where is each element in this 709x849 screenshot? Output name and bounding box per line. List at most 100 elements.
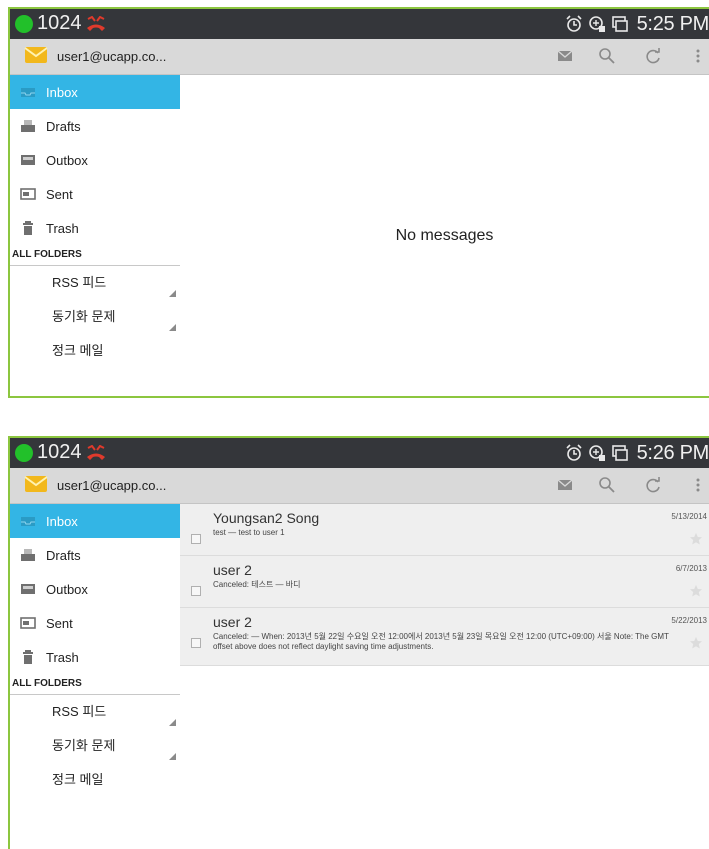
folder-label: 정크 메일 (52, 772, 104, 787)
inbox-icon (21, 517, 35, 526)
message-sender: user 2 (213, 614, 252, 630)
message-sender: Youngsan2 Song (213, 510, 320, 526)
nav-item-drafts[interactable]: Drafts (10, 109, 180, 143)
alarm-icon (566, 15, 582, 32)
nav-item-trash[interactable]: Trash (10, 640, 180, 674)
folder-sync-issues[interactable]: 동기화 문제 (10, 300, 180, 334)
compose-icon[interactable] (556, 47, 574, 65)
all-folders-header: ALL FOLDERS (10, 245, 180, 266)
message-preview: Canceled: 테스트 — 바디 (213, 580, 301, 589)
nav-item-inbox[interactable]: Inbox (10, 75, 180, 109)
folder-label: RSS 피드 (52, 275, 107, 290)
folder-rss[interactable]: RSS 피드 (10, 266, 180, 300)
message-date: 6/7/2013 (675, 564, 707, 573)
status-count: 1024 (37, 441, 82, 463)
checkbox-icon[interactable] (191, 534, 201, 544)
online-dot-icon (15, 444, 33, 462)
outbox-icon (21, 584, 35, 594)
checkbox-icon[interactable] (191, 586, 201, 596)
nav-item-inbox[interactable]: Inbox (10, 504, 180, 538)
nav-item-label: Outbox (46, 152, 88, 168)
overflow-menu-icon[interactable] (689, 47, 707, 65)
all-folders-header: ALL FOLDERS (10, 674, 180, 695)
message-list: Youngsan2 Song 5/13/2014 test — test to … (180, 504, 709, 666)
nav-item-trash[interactable]: Trash (10, 211, 180, 245)
message-date: 5/22/2013 (671, 616, 707, 625)
folder-sidebar: Inbox Drafts Outbox Sent Trash ALL FOLDE… (10, 75, 180, 368)
star-icon[interactable] (689, 636, 703, 650)
folder-label: 정크 메일 (52, 343, 104, 358)
sync-icon (588, 445, 605, 461)
sync-icon (588, 16, 605, 32)
nav-item-label: Inbox (46, 84, 78, 100)
message-sender: user 2 (213, 562, 252, 578)
nav-item-outbox[interactable]: Outbox (10, 143, 180, 177)
star-icon[interactable] (689, 532, 703, 546)
account-name[interactable]: user1@ucapp.co... (57, 49, 166, 64)
folder-sync-issues[interactable]: 동기화 문제 (10, 729, 180, 763)
missed-call-icon (87, 16, 105, 31)
folder-label: 동기화 문제 (52, 738, 116, 753)
outbox-icon (21, 155, 35, 165)
sent-icon (20, 617, 36, 629)
action-bar: user1@ucapp.co... (10, 39, 709, 75)
sent-icon (20, 188, 36, 200)
missed-call-icon (87, 445, 105, 460)
nav-item-label: Outbox (46, 581, 88, 597)
trash-icon (23, 650, 33, 664)
nav-item-drafts[interactable]: Drafts (10, 538, 180, 572)
nav-item-sent[interactable]: Sent (10, 606, 180, 640)
online-dot-icon (15, 15, 33, 33)
message-row[interactable]: Youngsan2 Song 5/13/2014 test — test to … (180, 504, 709, 556)
screen-empty-inbox: 1024 5:25 PM user1@ucapp.co... Inbox Dra… (8, 7, 709, 398)
status-count: 1024 (37, 12, 82, 34)
message-preview: Canceled: — When: 2013년 5월 22일 수요일 오전 12… (213, 632, 669, 651)
compose-icon[interactable] (556, 476, 574, 494)
nav-item-label: Inbox (46, 513, 78, 529)
nav-item-outbox[interactable]: Outbox (10, 572, 180, 606)
drafts-icon (21, 549, 35, 561)
account-name[interactable]: user1@ucapp.co... (57, 478, 166, 493)
screen-inbox-list: 1024 5:26 PM user1@ucapp.co... Inbox Dra… (8, 436, 709, 849)
expand-triangle-icon[interactable] (169, 753, 176, 760)
account-icon[interactable] (24, 474, 48, 494)
screen-icon (611, 16, 628, 32)
search-icon[interactable] (598, 47, 616, 65)
refresh-icon[interactable] (644, 47, 662, 65)
search-icon[interactable] (598, 476, 616, 494)
folder-rss[interactable]: RSS 피드 (10, 695, 180, 729)
nav-item-label: Trash (46, 220, 79, 236)
star-icon[interactable] (689, 584, 703, 598)
nav-item-label: Sent (46, 186, 73, 202)
refresh-icon[interactable] (644, 476, 662, 494)
message-row[interactable]: user 2 6/7/2013 Canceled: 테스트 — 바디 (180, 556, 709, 608)
drafts-icon (21, 120, 35, 132)
folder-junk[interactable]: 정크 메일 (10, 763, 180, 797)
status-time: 5:26 PM (636, 441, 709, 464)
screen-icon (611, 445, 628, 461)
nav-item-sent[interactable]: Sent (10, 177, 180, 211)
nav-item-label: Sent (46, 615, 73, 631)
message-row[interactable]: user 2 5/22/2013 Canceled: — When: 2013년… (180, 608, 709, 666)
checkbox-icon[interactable] (191, 638, 201, 648)
nav-item-label: Drafts (46, 118, 81, 134)
account-icon[interactable] (24, 45, 48, 65)
trash-icon (23, 221, 33, 235)
message-date: 5/13/2014 (671, 512, 707, 521)
status-bar: 1024 5:26 PM (10, 438, 709, 468)
folder-label: 동기화 문제 (52, 309, 116, 324)
status-time: 5:25 PM (636, 12, 709, 35)
overflow-menu-icon[interactable] (689, 476, 707, 494)
nav-item-label: Trash (46, 649, 79, 665)
folder-sidebar: Inbox Drafts Outbox Sent Trash ALL FOLDE… (10, 504, 180, 797)
expand-triangle-icon[interactable] (169, 719, 176, 726)
empty-message: No messages (395, 226, 494, 244)
expand-triangle-icon[interactable] (169, 324, 176, 331)
folder-junk[interactable]: 정크 메일 (10, 334, 180, 368)
message-preview: test — test to user 1 (213, 528, 285, 537)
expand-triangle-icon[interactable] (169, 290, 176, 297)
inbox-icon (21, 88, 35, 97)
status-bar: 1024 5:25 PM (10, 9, 709, 39)
action-bar: user1@ucapp.co... (10, 468, 709, 504)
alarm-icon (566, 444, 582, 461)
